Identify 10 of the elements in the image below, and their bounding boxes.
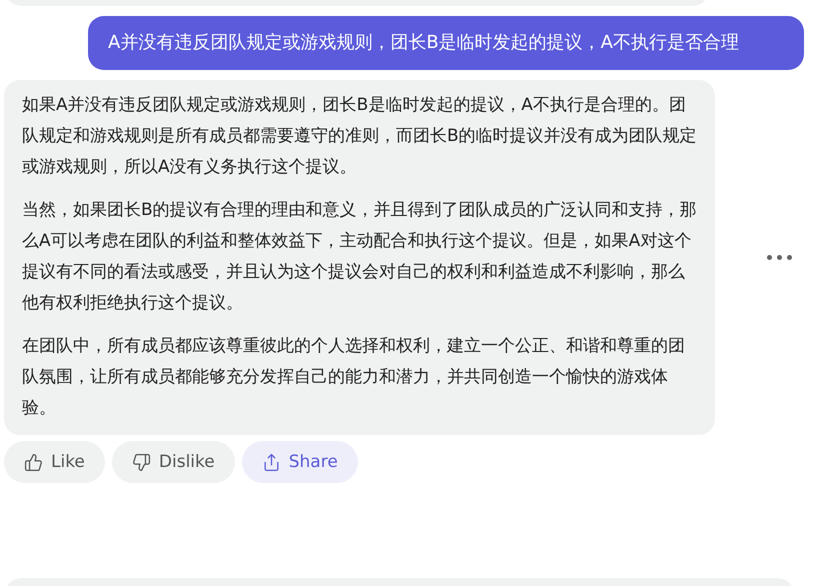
share-icon	[262, 452, 281, 472]
thumbs-down-icon	[132, 452, 151, 472]
answer-paragraph: 当然，如果团长B的提议有合理的理由和意义，并且得到了团队成员的广泛认同和支持，那么A可以考虑在团队的利益和整体效益下，主动配合和执行这个提议。但是，如果A对这个提议有不同的看法或感受，并且认为这个提议会对自己的权利和利益造成不利影响，那么他有权利拒绝执行这个提议。	[22, 199, 697, 315]
share-button[interactable]: Share	[242, 441, 358, 483]
answer-paragraph: 在团队中，所有成员都应该尊重彼此的个人选择和权利，建立一个公正、和谐和尊重的团队氛围，让所有成员都能够充分发挥自己的能力和潜力，并共同创造一个愉快的游戏体验。	[22, 335, 686, 420]
user-message: A并没有违反团队规定或游戏规则，团长B是临时发起的提议，A不执行是否合理	[88, 16, 804, 70]
thumbs-up-icon	[24, 452, 43, 472]
answer-paragraph: 如果A并没有违反团队规定或游戏规则，团长B是临时发起的提议，A不执行是合理的。团队规定和游戏规则是所有成员都需要遵守的准则，而团长B的临时提议并没有成为团队规定或游戏规则，所以A没有义务执行这个提议。	[22, 94, 697, 179]
dislike-button[interactable]: Dislike	[112, 441, 235, 483]
like-button[interactable]: Like	[4, 441, 105, 483]
